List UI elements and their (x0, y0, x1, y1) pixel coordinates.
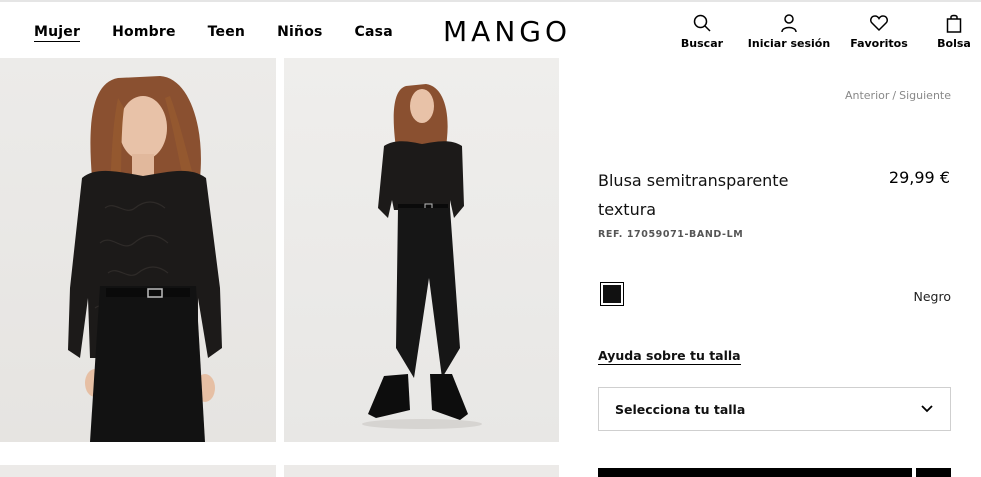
nav-item-casa[interactable]: Casa (355, 24, 393, 42)
product-image-secondary[interactable] (284, 58, 559, 442)
search-label: Buscar (680, 37, 724, 50)
nav-item-teen[interactable]: Teen (208, 24, 245, 42)
brand-logo[interactable]: MANGO (443, 15, 571, 48)
size-select[interactable]: Selecciona tu talla (598, 387, 951, 431)
login-label: Iniciar sesión (747, 37, 831, 50)
bag-button[interactable]: Bolsa (931, 13, 977, 50)
nav-item-mujer[interactable]: Mujer (34, 24, 81, 42)
favorites-label: Favoritos (850, 37, 908, 50)
color-swatch-negro[interactable] (600, 282, 624, 306)
model-closeup-illustration (68, 76, 222, 442)
product-pagination: Anterior / Siguiente (845, 89, 951, 102)
model-fullbody-illustration (362, 84, 482, 429)
favorites-button[interactable]: Favoritos (849, 13, 909, 50)
bag-icon (946, 14, 962, 33)
previous-link[interactable]: Anterior (845, 89, 889, 102)
search-icon (693, 14, 711, 32)
user-icon (781, 14, 797, 33)
size-help-link[interactable]: Ayuda sobre tu talla (598, 348, 741, 365)
product-image-main[interactable] (0, 58, 276, 442)
bag-label: Bolsa (937, 37, 971, 50)
add-to-favorites-button[interactable] (916, 468, 951, 477)
header-tools: Buscar Iniciar sesión Favoritos Bolsa (681, 13, 981, 53)
nav-item-hombre[interactable]: Hombre (112, 24, 176, 42)
heart-icon (870, 15, 888, 32)
main-nav: Mujer Hombre Teen Niños Casa (34, 24, 425, 42)
add-to-bag-button[interactable] (598, 468, 912, 477)
product-reference: REF. 17059071-BAND-LM (598, 229, 744, 240)
product-image-fourth[interactable] (284, 465, 559, 477)
selected-color-name: Negro (913, 289, 952, 304)
size-select-label: Selecciona tu talla (615, 401, 746, 417)
search-button[interactable]: Buscar (677, 13, 727, 50)
product-image-third[interactable] (0, 465, 276, 477)
nav-item-ninos[interactable]: Niños (277, 24, 322, 42)
color-swatch-fill (603, 285, 621, 303)
login-button[interactable]: Iniciar sesión (743, 13, 835, 50)
product-price: 29,99 € (888, 168, 950, 187)
product-title: Blusa semitransparente textura (598, 171, 789, 219)
site-header: Mujer Hombre Teen Niños Casa MANGO Busca… (0, 0, 981, 58)
chevron-down-icon (921, 405, 933, 413)
next-link[interactable]: Siguiente (899, 89, 951, 102)
breadcrumb-separator: / (892, 89, 897, 102)
